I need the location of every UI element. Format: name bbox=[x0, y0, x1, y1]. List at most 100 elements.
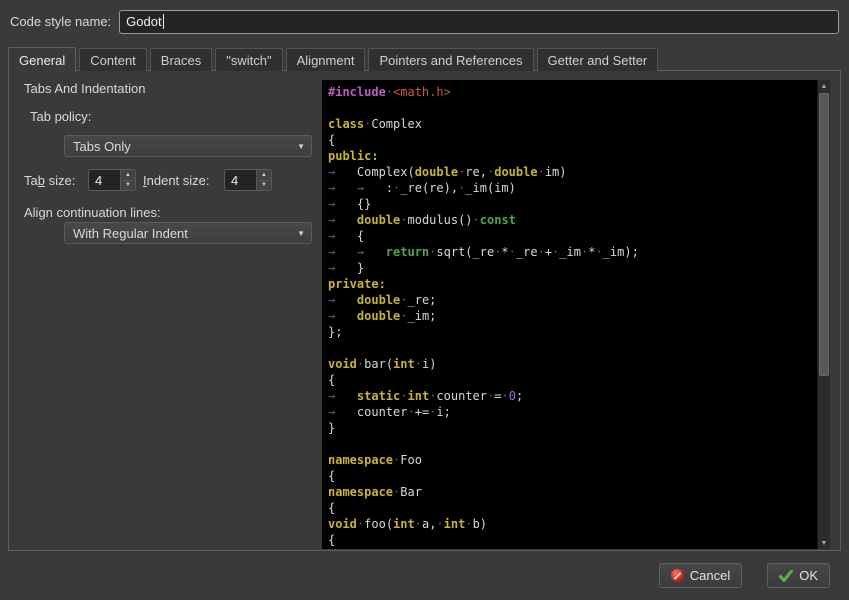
code-token-ws: · bbox=[509, 245, 516, 259]
code-token-txt: * bbox=[501, 245, 508, 259]
code-line: → { bbox=[328, 228, 817, 244]
code-token-ws: → → bbox=[328, 181, 386, 195]
tab-getter-and-setter[interactable]: Getter and Setter bbox=[537, 48, 659, 71]
code-token-txt: _re bbox=[516, 245, 538, 259]
general-tab-page: Tabs And Indentation Tab policy: Tabs On… bbox=[8, 70, 841, 551]
code-line: private: bbox=[328, 276, 817, 292]
tab-policy-select[interactable]: Tabs Only ▼ bbox=[64, 135, 312, 157]
code-token-ws: → bbox=[328, 229, 357, 243]
checkmark-icon bbox=[779, 570, 793, 582]
code-token-txt: { bbox=[328, 469, 335, 483]
code-token-ws: · bbox=[400, 309, 407, 323]
code-line: → } bbox=[328, 260, 817, 276]
section-title: Tabs And Indentation bbox=[24, 81, 145, 96]
decrement-icon[interactable]: ▼ bbox=[257, 180, 271, 191]
scroll-down-icon[interactable]: ▼ bbox=[818, 537, 830, 549]
code-line: }; bbox=[328, 324, 817, 340]
code-token-txt: Complex bbox=[371, 117, 422, 131]
label-part: ndent size: bbox=[147, 173, 210, 188]
code-token-ws: · bbox=[595, 245, 602, 259]
code-token-num: 0 bbox=[509, 389, 516, 403]
code-line bbox=[328, 436, 817, 452]
code-token-txt: sqrt(_re bbox=[436, 245, 494, 259]
code-preview: #include·<math.h> class·Complex{public:→… bbox=[322, 80, 830, 549]
code-line: { bbox=[328, 500, 817, 516]
code-line: { bbox=[328, 468, 817, 484]
code-token-ws: · bbox=[386, 85, 393, 99]
code-token-kw: namespace bbox=[328, 453, 393, 467]
code-line: void·foo(int·a,·int·b) bbox=[328, 516, 817, 532]
code-token-txt: } bbox=[328, 421, 335, 435]
code-line bbox=[328, 100, 817, 116]
align-continuation-value: With Regular Indent bbox=[73, 226, 291, 241]
code-token-txt: foo( bbox=[364, 517, 393, 531]
code-token-txt: _re; bbox=[408, 293, 437, 307]
tab-switch[interactable]: "switch" bbox=[215, 48, 282, 71]
code-token-ws: · bbox=[473, 213, 480, 227]
scrollbar-thumb[interactable] bbox=[819, 93, 829, 376]
code-line: public: bbox=[328, 148, 817, 164]
cancel-button[interactable]: Cancel bbox=[659, 563, 742, 588]
code-token-ws: · bbox=[465, 517, 472, 531]
code-token-txt: {} bbox=[357, 197, 371, 211]
code-token-txt: : bbox=[386, 181, 393, 195]
tab-size-spinbox[interactable]: 4 ▲ ▼ bbox=[88, 169, 136, 191]
code-token-txt: _im bbox=[559, 245, 581, 259]
decrement-icon[interactable]: ▼ bbox=[121, 180, 135, 191]
code-token-ws: · bbox=[400, 213, 407, 227]
code-token-kw: int bbox=[393, 517, 415, 531]
label-part: size: bbox=[45, 173, 75, 188]
code-token-ws: · bbox=[415, 357, 422, 371]
code-token-kw: double bbox=[357, 293, 400, 307]
tab-content[interactable]: Content bbox=[79, 48, 147, 71]
tab-alignment[interactable]: Alignment bbox=[286, 48, 366, 71]
code-token-inc: <math.h> bbox=[393, 85, 451, 99]
code-line: → Complex(double·re,·double·im) bbox=[328, 164, 817, 180]
code-style-name-label: Code style name: bbox=[10, 14, 111, 29]
code-line: { bbox=[328, 372, 817, 388]
code-token-txt: a, bbox=[422, 517, 436, 531]
tab-size-spin-buttons: ▲ ▼ bbox=[120, 170, 135, 190]
tab-braces[interactable]: Braces bbox=[150, 48, 212, 71]
tab-size-value[interactable]: 4 bbox=[89, 170, 120, 190]
indent-size-spin-buttons: ▲ ▼ bbox=[256, 170, 271, 190]
code-style-name-input[interactable]: Godot bbox=[119, 10, 839, 34]
code-token-ws: · bbox=[415, 517, 422, 531]
code-token-kw: int bbox=[408, 389, 430, 403]
increment-icon[interactable]: ▲ bbox=[257, 170, 271, 180]
code-preview-scrollbar[interactable]: ▲ ▼ bbox=[817, 80, 830, 549]
code-token-kw: double bbox=[357, 213, 400, 227]
code-token-txt: i) bbox=[422, 357, 436, 371]
code-token-ws: → → bbox=[328, 245, 386, 259]
code-token-ws: · bbox=[538, 245, 545, 259]
code-token-txt: i; bbox=[436, 405, 450, 419]
code-line: namespace·Bar bbox=[328, 484, 817, 500]
indent-size-value[interactable]: 4 bbox=[225, 170, 256, 190]
code-token-kw: class bbox=[328, 117, 364, 131]
chevron-down-icon: ▼ bbox=[297, 229, 305, 238]
tab-pointers-and-references[interactable]: Pointers and References bbox=[368, 48, 533, 71]
tab-general[interactable]: General bbox=[8, 47, 76, 72]
ok-button[interactable]: OK bbox=[767, 563, 830, 588]
code-line: class·Complex bbox=[328, 116, 817, 132]
tab-bar: General Content Braces "switch" Alignmen… bbox=[8, 46, 841, 71]
code-token-ws: → bbox=[328, 261, 357, 275]
increment-icon[interactable]: ▲ bbox=[121, 170, 135, 180]
text-cursor bbox=[163, 14, 164, 29]
code-token-kw: void bbox=[328, 357, 357, 371]
align-continuation-label: Align continuation lines: bbox=[24, 205, 161, 220]
code-token-txt: }; bbox=[328, 325, 342, 339]
dialog-button-row: Cancel OK bbox=[659, 563, 830, 588]
align-continuation-select[interactable]: With Regular Indent ▼ bbox=[64, 222, 312, 244]
indent-size-spinbox[interactable]: 4 ▲ ▼ bbox=[224, 169, 272, 191]
tab-policy-value: Tabs Only bbox=[73, 139, 291, 154]
code-token-kw: double bbox=[494, 165, 537, 179]
code-token-ws: · bbox=[400, 389, 407, 403]
code-token-txt: bar( bbox=[364, 357, 393, 371]
code-line: → → :·_re(re),·_im(im) bbox=[328, 180, 817, 196]
code-style-dialog: Code style name: Godot General Content B… bbox=[0, 0, 849, 600]
scroll-up-icon[interactable]: ▲ bbox=[818, 80, 830, 92]
code-token-kw: public: bbox=[328, 149, 379, 163]
code-token-txt: += bbox=[415, 405, 429, 419]
code-token-txt: { bbox=[328, 501, 335, 515]
